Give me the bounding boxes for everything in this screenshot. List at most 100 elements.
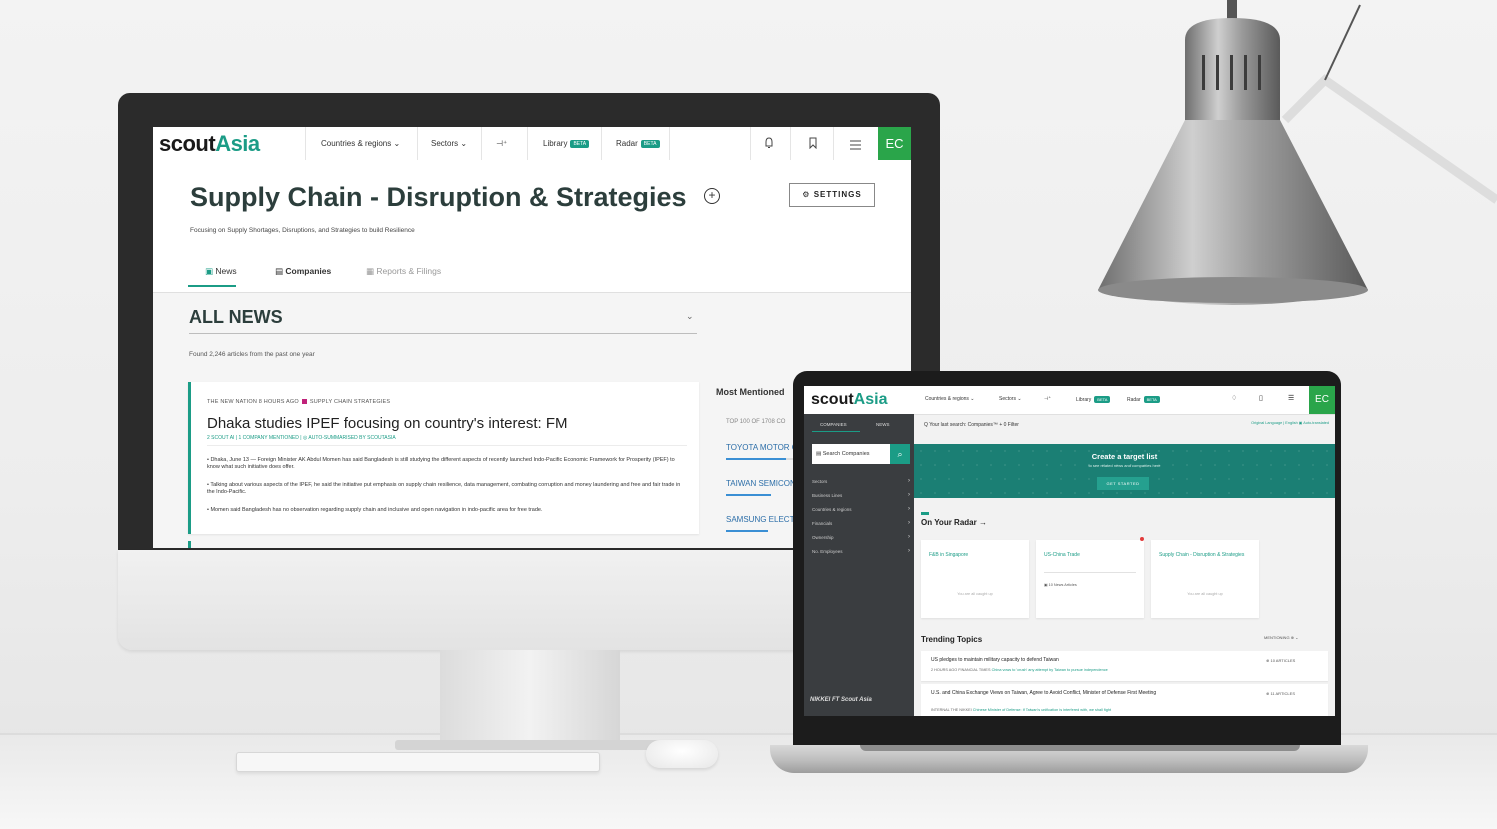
radar-card[interactable]: Supply Chain - Disruption & Strategies Y… xyxy=(1151,540,1259,618)
tab-companies[interactable]: COMPANIES xyxy=(820,422,847,427)
radar-card-title: Supply Chain - Disruption & Strategies xyxy=(1159,552,1245,558)
company-link[interactable]: TAIWAN SEMICON xyxy=(726,479,796,488)
company-link[interactable]: SAMSUNG ELECTR xyxy=(726,515,800,524)
language-toggle[interactable]: Original Language | English ▣ Auto-trans… xyxy=(1234,420,1329,425)
topic-meta-source: INTERNAL THE NIKKEI xyxy=(931,708,972,712)
divider xyxy=(207,445,687,446)
beta-badge: BETA xyxy=(1094,396,1111,403)
radar-card[interactable]: US-China Trade ▣ 10 News Articles xyxy=(1036,537,1144,618)
nav-divider xyxy=(601,127,602,160)
nav-library[interactable]: Library BETA xyxy=(1076,396,1111,403)
radar-card-status: ▣ 10 News Articles xyxy=(1044,582,1077,587)
filter-label: Financials xyxy=(812,521,833,526)
scoutasia-logo[interactable]: scoutAsia xyxy=(159,131,260,157)
chevron-down-icon[interactable]: ⌄ xyxy=(686,311,694,322)
user-avatar[interactable]: EC xyxy=(878,127,911,160)
summary-bullet: • Momen said Bangladesh has no observati… xyxy=(207,507,543,513)
nav-sectors-dropdown[interactable]: Sectors ⌄ xyxy=(431,139,467,148)
trending-topic-row[interactable]: US pledges to maintain military capacity… xyxy=(921,651,1328,681)
nav-sectors-dropdown[interactable]: Sectors ⌄ xyxy=(999,396,1022,402)
add-circle-icon[interactable]: + xyxy=(704,188,720,204)
create-list-banner: Create a target list to see related news… xyxy=(914,444,1335,498)
topic-meta: INTERNAL THE NIKKEI Chinese Minister of … xyxy=(931,708,1111,712)
keyboard xyxy=(236,752,600,772)
bell-icon[interactable]: ♢ xyxy=(1231,394,1237,402)
filter-financials[interactable]: Financials › xyxy=(812,520,910,526)
nav-library-label: Library xyxy=(543,139,568,148)
laptop-top-nav: scoutAsia Countries & regions ⌄ Sectors … xyxy=(804,386,1335,415)
filter-employees[interactable]: No. Employees › xyxy=(812,548,910,554)
company-link[interactable]: TOYOTA MOTOR C xyxy=(726,443,798,452)
get-started-button[interactable]: GET STARTED xyxy=(1097,477,1149,490)
desk-lamp xyxy=(1098,0,1497,305)
top-nav: scoutAsia Countries & regions ⌄ Sectors … xyxy=(153,127,911,161)
nav-radar[interactable]: Radar BETA xyxy=(1127,396,1160,403)
settings-button[interactable]: ⚙ SETTINGS xyxy=(789,183,875,207)
bookmark-icon[interactable]: ▯ xyxy=(1259,394,1263,402)
compare-icon[interactable]: ⊣⁺ xyxy=(1044,396,1051,402)
monitor-stand xyxy=(440,650,620,745)
nav-divider xyxy=(790,127,791,160)
bell-icon[interactable] xyxy=(764,136,774,148)
filter-countries[interactable]: Countries & regions › xyxy=(812,506,910,512)
page-subtitle: Focusing on Supply Shortages, Disruption… xyxy=(190,227,415,234)
company-search-input[interactable]: ▤ Search Companies xyxy=(812,444,890,464)
banner-title: Create a target list xyxy=(1091,452,1158,461)
building-icon: ▤ xyxy=(275,266,286,276)
article-headline[interactable]: Dhaka studies IPEF focusing on country's… xyxy=(207,415,568,432)
beta-badge: BETA xyxy=(640,139,660,148)
chevron-right-icon: › xyxy=(908,506,910,512)
filter-label: Countries & regions xyxy=(812,507,852,512)
last-search[interactable]: Q Your last search: Companies™ + 0 Filte… xyxy=(924,422,1019,428)
nav-radar[interactable]: Radar BETA xyxy=(616,139,660,148)
compare-icon[interactable]: ⊣⁺ xyxy=(496,139,507,148)
nav-library[interactable]: Library BETA xyxy=(543,139,590,148)
laptop-sidebar: COMPANIES NEWS ▤ Search Companies ⌕ Sect… xyxy=(804,414,914,716)
search-button[interactable]: ⌕ xyxy=(890,444,910,464)
radar-card-title: F&B in Singapore xyxy=(929,552,969,558)
bookmark-icon[interactable] xyxy=(808,136,818,150)
user-avatar[interactable]: EC xyxy=(1309,386,1335,414)
results-count: Found 2,246 articles from the past one y… xyxy=(189,351,315,358)
filter-label: Sectors xyxy=(812,479,828,484)
laptop-hinge xyxy=(860,745,1300,751)
radar-title[interactable]: On Your Radar → xyxy=(921,518,987,527)
topic-meta-link[interactable]: Chinese Minister of Defense: If Taiwan's… xyxy=(973,708,1111,712)
topic-meta-source: 2 HOURS AGO FINANCIAL TIMES xyxy=(931,668,991,672)
filter-business-lines[interactable]: Business Lines › xyxy=(812,492,910,498)
all-news-heading: ALL NEWS xyxy=(189,307,283,327)
beta-badge: BETA xyxy=(570,139,590,148)
nav-countries-dropdown[interactable]: Countries & regions ⌄ xyxy=(925,396,975,402)
most-mentioned-title: Most Mentioned xyxy=(716,387,785,397)
trending-topic-row[interactable]: U.S. and China Exchange Views on Taiwan,… xyxy=(921,684,1328,716)
tab-news[interactable]: NEWS xyxy=(876,422,890,427)
tab-news[interactable]: ▣ News xyxy=(205,266,237,277)
logo-text-scout: scout xyxy=(811,391,854,408)
mention-bar xyxy=(726,530,768,532)
radar-card[interactable]: F&B in Singapore You are all caught up xyxy=(921,540,1029,618)
logo-text-asia: Asia xyxy=(853,391,888,408)
news-card[interactable]: THE NEW NATION 8 HOURS AGO SUPPLY CHAIN S… xyxy=(188,382,699,534)
tab-reports[interactable]: ▦ Reports & Filings xyxy=(366,266,441,277)
filter-ownership[interactable]: Ownership › xyxy=(812,534,910,540)
nav-divider xyxy=(481,127,482,160)
topic-meta-link[interactable]: China vows to 'crush' any attempt by Tai… xyxy=(992,668,1108,672)
summary-bullet: • Talking about various aspects of the I… xyxy=(207,482,681,495)
nav-countries-dropdown[interactable]: Countries & regions ⌄ xyxy=(321,139,400,148)
banner-subtitle: to see related news and companies here xyxy=(1088,463,1161,468)
filter-sectors[interactable]: Sectors › xyxy=(812,478,910,484)
article-submeta: 2 SCOUT AI | 1 COMPANY MENTIONED | ◎ AUT… xyxy=(207,435,396,441)
mentioning-filter[interactable]: MENTIONING ⊕ ⌄ xyxy=(1264,635,1298,640)
article-meta: THE NEW NATION 8 HOURS AGO SUPPLY CHAIN S… xyxy=(207,399,390,405)
article-tag[interactable]: SUPPLY CHAIN STRATEGIES xyxy=(310,399,390,405)
tab-companies[interactable]: ▤ Companies xyxy=(275,266,331,277)
chevron-right-icon: › xyxy=(908,520,910,526)
list-icon[interactable] xyxy=(850,137,861,150)
scoutasia-logo[interactable]: scoutAsia xyxy=(811,391,887,409)
logo-text-scout: scout xyxy=(159,131,216,156)
document-icon: ▤ xyxy=(816,451,823,457)
list-icon[interactable]: ☰ xyxy=(1288,394,1294,402)
article-source: THE NEW NATION 8 HOURS AGO xyxy=(207,399,299,405)
active-tab-indicator xyxy=(188,285,236,287)
radar-card-title: US-China Trade xyxy=(1044,552,1080,558)
